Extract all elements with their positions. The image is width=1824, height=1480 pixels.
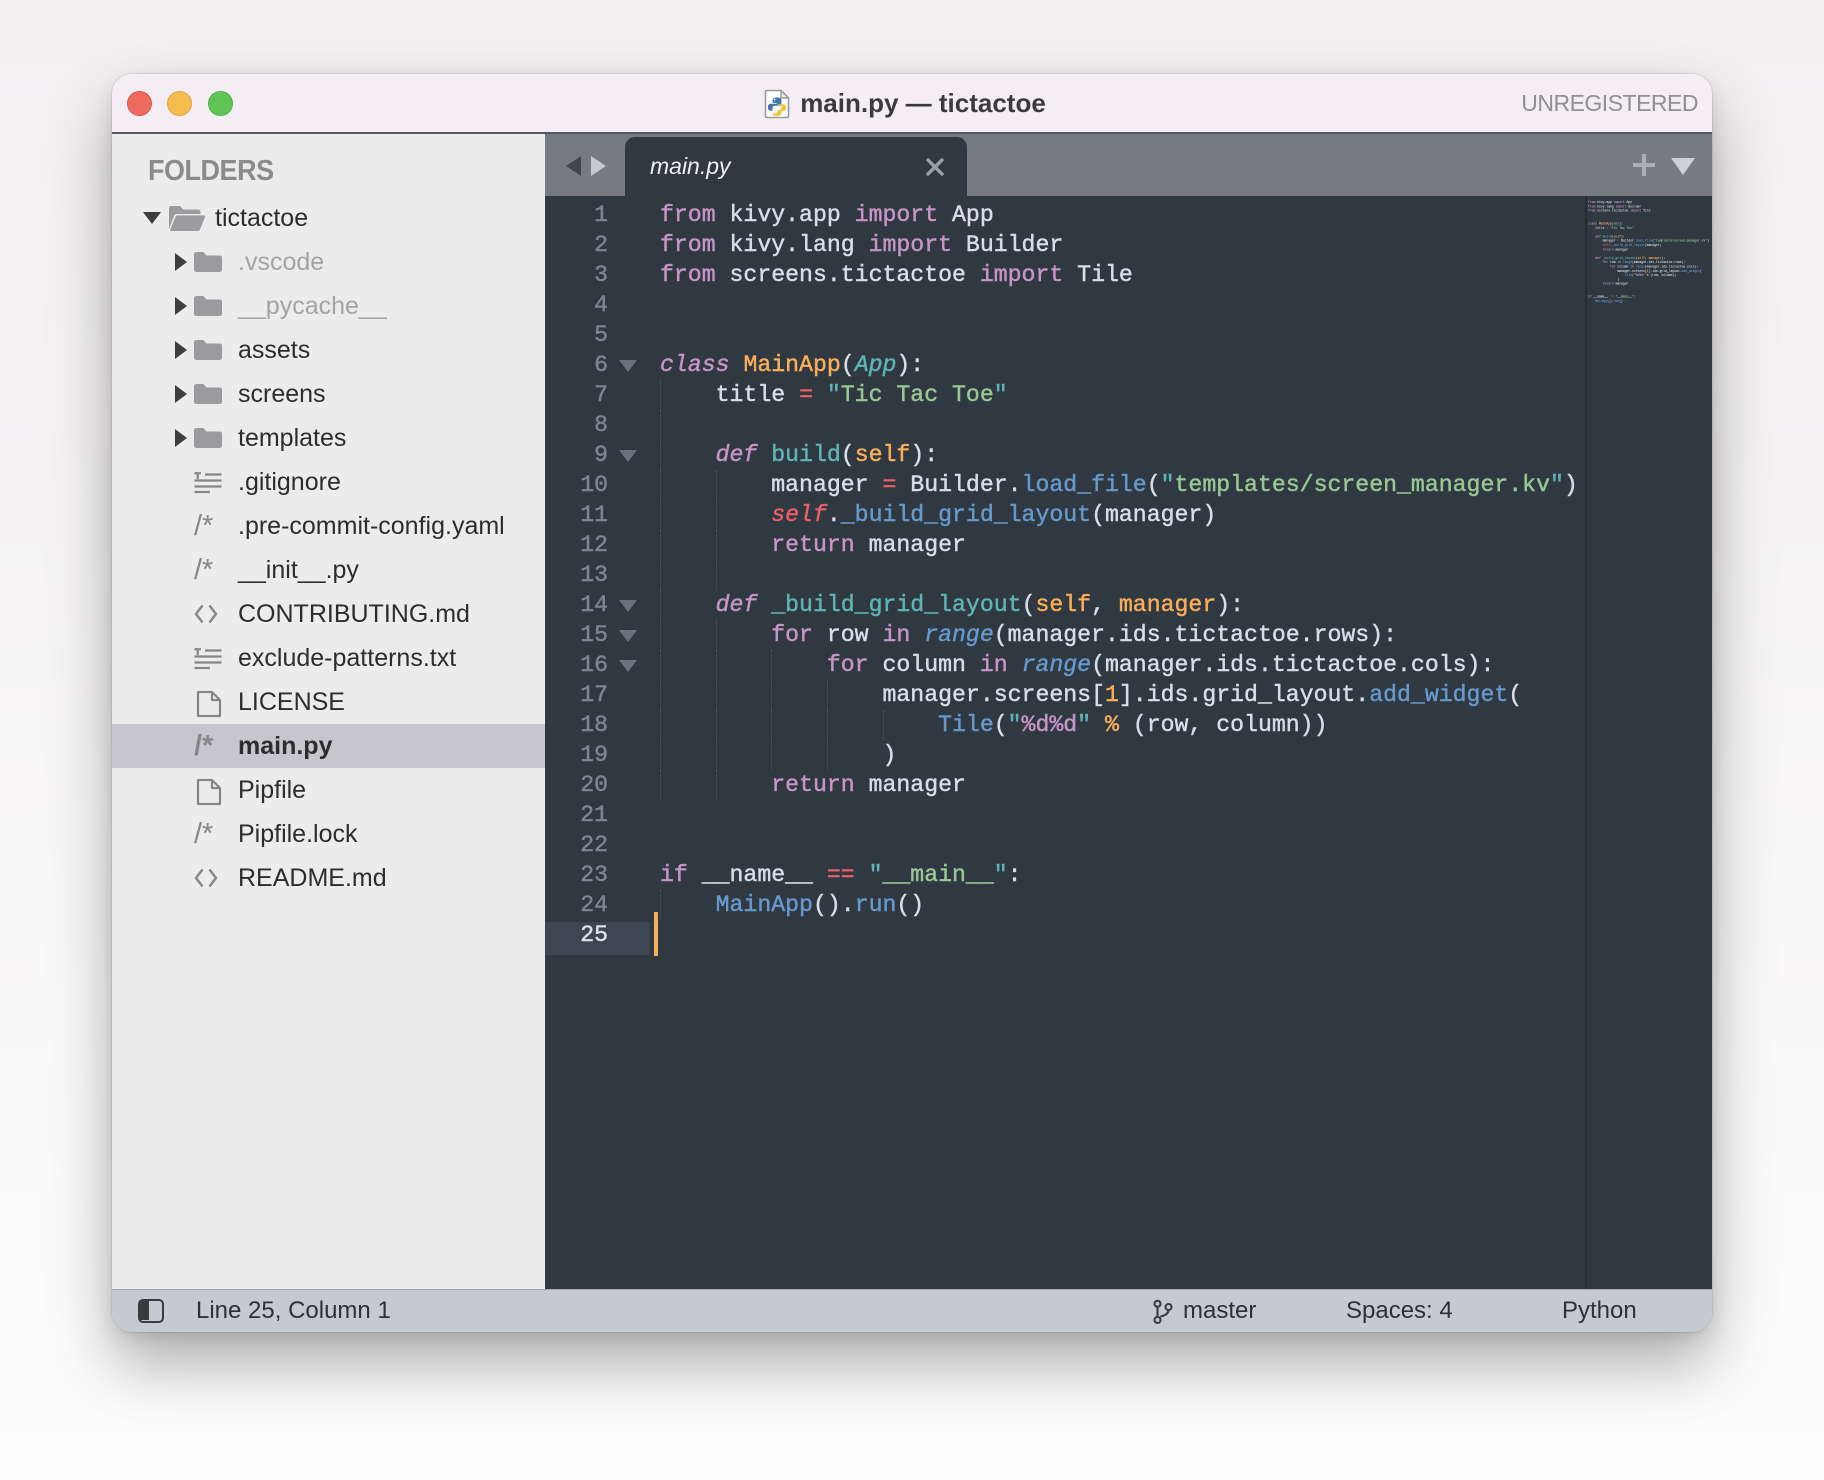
- svg-text:/*: /*: [194, 820, 213, 848]
- svg-text:/*: /*: [194, 512, 213, 540]
- svg-text:/*: /*: [194, 732, 214, 760]
- svg-text:/*: /*: [194, 556, 213, 584]
